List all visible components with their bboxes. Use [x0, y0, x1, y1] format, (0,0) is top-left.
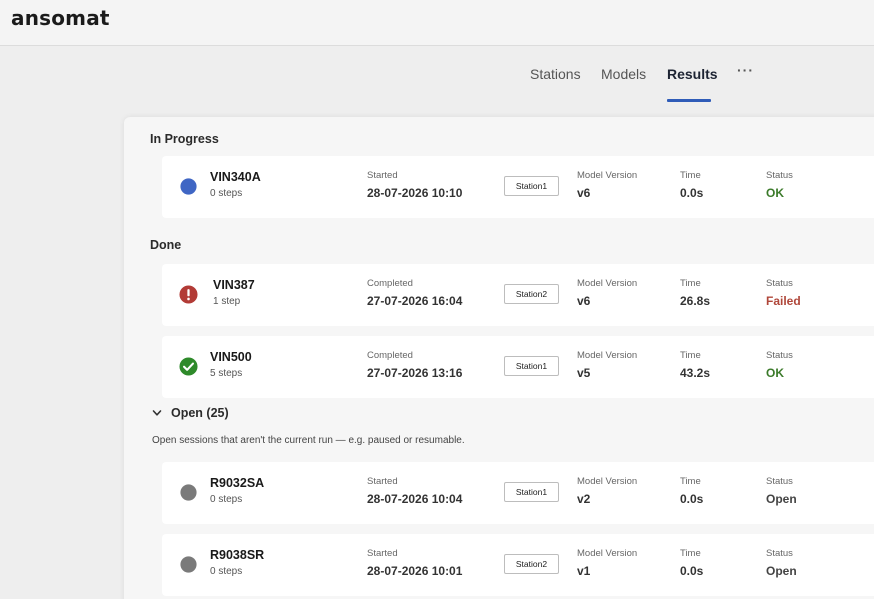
open-dot-icon: [180, 484, 197, 501]
vin-label: VIN500: [210, 350, 252, 364]
status-label: Status: [766, 278, 793, 289]
open-section-toggle[interactable]: Open (25): [152, 406, 229, 420]
steps-count: 5 steps: [210, 368, 243, 379]
main-nav: Stations Models Results ···: [0, 62, 874, 104]
chevron-down-icon: [152, 410, 162, 416]
status-value: OK: [766, 366, 784, 380]
tab-stations[interactable]: Stations: [530, 66, 581, 82]
model-version-value: v6: [577, 186, 591, 200]
status-label: Status: [766, 548, 793, 559]
started-label: Started: [367, 548, 398, 559]
vin-label: R9038SR: [210, 548, 265, 562]
model-version-value: v2: [577, 492, 591, 506]
steps-count: 0 steps: [210, 566, 243, 577]
completed-label: Completed: [367, 278, 413, 289]
result-card[interactable]: R9032SA 0 steps Started 28-07-2026 10:04…: [162, 462, 874, 524]
in-progress-dot-icon: [180, 178, 197, 195]
time-value: 0.0s: [680, 564, 704, 578]
time-label: Time: [680, 476, 701, 487]
model-version-value: v5: [577, 366, 591, 380]
time-label: Time: [680, 548, 701, 559]
time-value: 0.0s: [680, 186, 704, 200]
model-version-label: Model Version: [577, 548, 638, 559]
check-icon: [179, 357, 198, 376]
section-done-title: Done: [150, 238, 182, 252]
time-label: Time: [680, 350, 701, 361]
status-value: OK: [766, 186, 784, 200]
vin-label: R9032SA: [210, 476, 265, 490]
tab-models[interactable]: Models: [601, 66, 646, 82]
station-button[interactable]: Station1: [504, 176, 559, 196]
result-card[interactable]: VIN500 5 steps Completed 27-07-2026 13:1…: [162, 336, 874, 398]
started-label: Started: [367, 170, 398, 181]
model-version-label: Model Version: [577, 350, 638, 361]
started-value: 28-07-2026 10:10: [367, 186, 463, 200]
status-label: Status: [766, 170, 793, 181]
status-value: Open: [766, 564, 797, 578]
model-version-label: Model Version: [577, 278, 638, 289]
steps-count: 0 steps: [210, 494, 243, 505]
top-bar: ansomat: [0, 0, 874, 46]
station-button[interactable]: Station2: [504, 284, 559, 304]
started-value: 28-07-2026 10:01: [367, 564, 463, 578]
section-in-progress-title: In Progress: [150, 132, 219, 146]
station-button[interactable]: Station1: [504, 356, 559, 376]
result-card[interactable]: VIN387 1 step Completed 27-07-2026 16:04…: [162, 264, 874, 326]
model-version-label: Model Version: [577, 170, 638, 181]
open-section-description: Open sessions that aren't the current ru…: [152, 435, 465, 446]
completed-value: 27-07-2026 13:16: [367, 366, 463, 380]
app-logo[interactable]: ansomat: [11, 6, 110, 30]
started-value: 28-07-2026 10:04: [367, 492, 463, 506]
result-card[interactable]: VIN340A 0 steps Started 28-07-2026 10:10…: [162, 156, 874, 218]
time-label: Time: [680, 278, 701, 289]
steps-count: 0 steps: [210, 188, 243, 199]
station-button[interactable]: Station1: [504, 482, 559, 502]
time-label: Time: [680, 170, 701, 181]
active-tab-indicator: [667, 99, 711, 102]
time-value: 43.2s: [680, 366, 711, 380]
status-label: Status: [766, 476, 793, 487]
tab-results[interactable]: Results: [667, 66, 718, 82]
vin-label: VIN387: [213, 278, 255, 292]
model-version-value: v6: [577, 294, 591, 308]
status-label: Status: [766, 350, 793, 361]
time-value: 0.0s: [680, 492, 704, 506]
vin-label: VIN340A: [210, 170, 261, 184]
steps-count: 1 step: [213, 296, 241, 307]
section-open-title: Open (25): [171, 406, 229, 420]
result-card[interactable]: R9038SR 0 steps Started 28-07-2026 10:01…: [162, 534, 874, 596]
started-label: Started: [367, 476, 398, 487]
model-version-value: v1: [577, 564, 591, 578]
status-value: Open: [766, 492, 797, 506]
error-icon: [179, 285, 198, 304]
status-value: Failed: [766, 294, 801, 308]
completed-value: 27-07-2026 16:04: [367, 294, 463, 308]
more-menu-button[interactable]: ···: [737, 62, 754, 78]
results-panel: In Progress VIN340A 0 steps Started 28-0…: [124, 117, 874, 599]
open-dot-icon: [180, 556, 197, 573]
station-button[interactable]: Station2: [504, 554, 559, 574]
time-value: 26.8s: [680, 294, 711, 308]
completed-label: Completed: [367, 350, 413, 361]
model-version-label: Model Version: [577, 476, 638, 487]
